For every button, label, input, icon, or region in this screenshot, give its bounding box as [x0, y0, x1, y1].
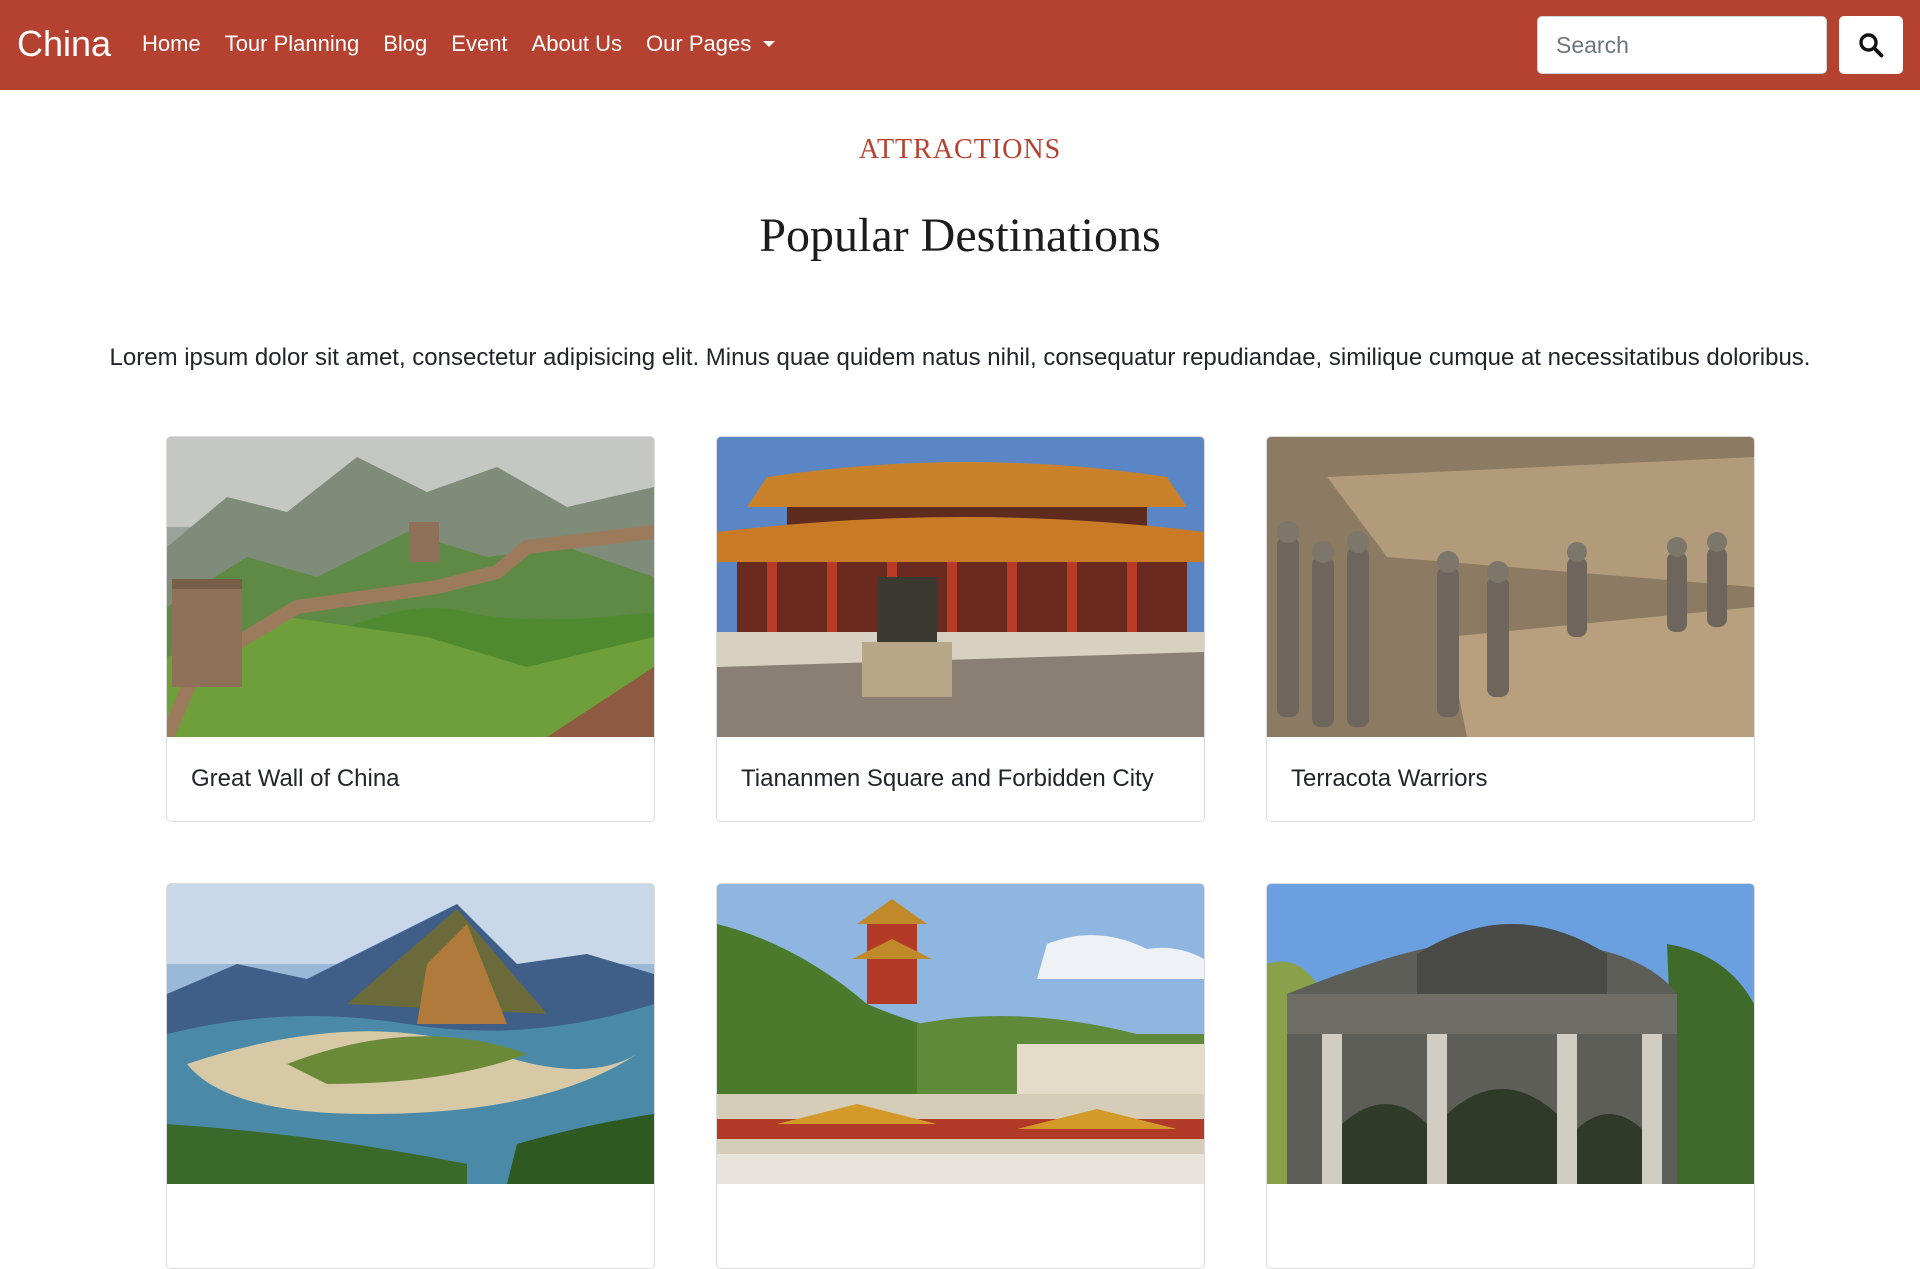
caret-down-icon	[763, 41, 776, 47]
card-title: Great Wall of China	[191, 765, 400, 792]
brand-link[interactable]: China	[17, 22, 111, 66]
magnifier-icon	[1859, 33, 1884, 58]
card-body: Tiananmen Square and Forbidden City	[717, 737, 1204, 821]
river-valley-photo	[167, 884, 654, 1184]
card-body: Great Wall of China	[167, 737, 654, 821]
destination-card[interactable]: Terracota Warriors	[1266, 436, 1755, 822]
card-body: Terracota Warriors	[1267, 737, 1754, 821]
nav-our-pages-dropdown[interactable]: Our Pages	[646, 28, 776, 60]
card-body	[1267, 1184, 1754, 1268]
great-wall-photo	[167, 437, 654, 737]
nav-tour-planning[interactable]: Tour Planning	[225, 28, 360, 60]
nav-event[interactable]: Event	[451, 28, 507, 60]
page-title: Popular Destinations	[759, 209, 1161, 262]
card-body	[167, 1184, 654, 1268]
card-body	[717, 1184, 1204, 1268]
card-title: Tiananmen Square and Forbidden City	[741, 765, 1154, 792]
top-navbar: China Home Tour Planning Blog Event Abou…	[0, 0, 1920, 90]
stone-gate-photo	[1267, 884, 1754, 1184]
search-input[interactable]	[1537, 16, 1827, 74]
nav-about-us[interactable]: About Us	[532, 28, 623, 60]
nav-blog[interactable]: Blog	[383, 28, 427, 60]
terracotta-warriors-photo	[1267, 437, 1754, 737]
destination-card[interactable]	[716, 883, 1205, 1269]
nav-home[interactable]: Home	[142, 28, 201, 60]
destination-card[interactable]	[166, 883, 655, 1269]
summer-palace-photo	[717, 884, 1204, 1184]
card-title: Terracota Warriors	[1291, 765, 1488, 792]
section-eyebrow: ATTRACTIONS	[858, 134, 1062, 165]
destination-card[interactable]: Tiananmen Square and Forbidden City	[716, 436, 1205, 822]
section-description: Lorem ipsum dolor sit amet, consectetur …	[109, 344, 1811, 371]
nav-our-pages-label: Our Pages	[646, 31, 752, 56]
forbidden-city-photo	[717, 437, 1204, 737]
destination-card[interactable]: Great Wall of China	[166, 436, 655, 822]
search-button[interactable]	[1839, 16, 1903, 74]
nav-links: Home Tour Planning Blog Event About Us O…	[142, 28, 799, 60]
destination-card[interactable]	[1266, 883, 1755, 1269]
